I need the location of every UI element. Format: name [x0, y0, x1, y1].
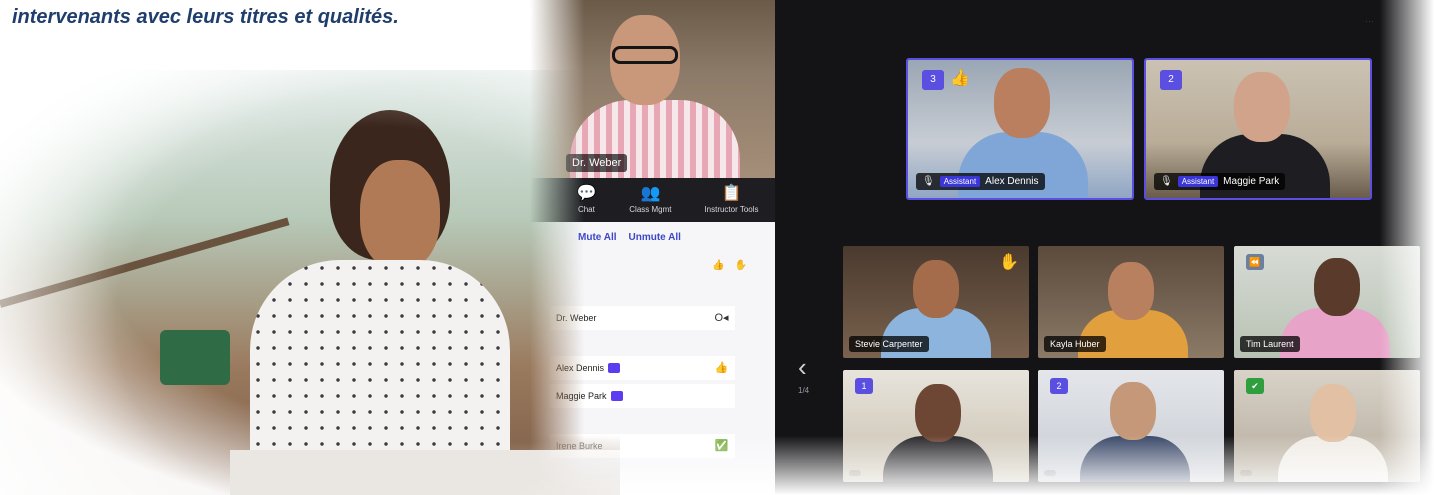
student-face [360, 160, 440, 270]
student-name: Stevie Carpenter [849, 336, 929, 352]
top-bar-controls: ⋯ [1365, 16, 1374, 26]
thumbs-up-icon: 👍 [708, 356, 735, 380]
class-mgmt-label: Class Mgmt [629, 205, 672, 214]
instructor-tools-label: Instructor Tools [704, 205, 759, 214]
student-tile[interactable]: Kayla Huber [1038, 246, 1224, 358]
assistant-label: 🎙 Assistant Alex Dennis [916, 173, 1045, 190]
clipboard-icon: 📋 [721, 185, 742, 202]
video-class-app: Dr. Weber 💬 Chat 👥 Class Mgmt 📋 Instruct… [530, 0, 1434, 495]
potted-plant [160, 330, 230, 385]
class-mgmt-button[interactable]: 👥 Class Mgmt [629, 185, 672, 215]
chat-icon: 💬 [576, 185, 597, 202]
role-badge: Assistant [1177, 176, 1219, 187]
instructor-tools-button[interactable]: 📋 Instructor Tools [704, 185, 759, 215]
key-icon: O◂ [708, 306, 735, 330]
microphone-icon: 🎙 [922, 176, 935, 187]
class-management-icon: 👥 [640, 185, 661, 202]
page-indicator: 1/4 [798, 386, 810, 395]
mute-all-button[interactable]: Mute All [578, 232, 617, 243]
balcony-railing [0, 217, 290, 308]
participant-name: Maggie Park [556, 391, 607, 401]
queue-badge: 1 [855, 378, 873, 394]
queue-badge: 3 [922, 70, 944, 90]
instructor-name-tag: Dr. Weber [566, 154, 628, 172]
chat-badge-icon [608, 363, 621, 373]
student-name: Kayla Huber [1044, 336, 1106, 352]
check-icon: ✅ [708, 434, 735, 458]
student-name [849, 470, 861, 476]
mute-actions: Mute All Unmute All [530, 222, 775, 243]
assistant-tile[interactable]: 3 👍 🎙 Assistant Alex Dennis [906, 58, 1134, 200]
unmute-all-button[interactable]: Unmute All [629, 232, 681, 243]
previous-page-arrow-icon[interactable]: ‹ [798, 352, 807, 383]
assistant-label: 🎙 Assistant Maggie Park [1154, 173, 1286, 190]
participant-name: Irene Burke [556, 441, 603, 451]
student-tile[interactable]: ⏪ Tim Laurent [1234, 246, 1420, 358]
student-name [1044, 470, 1056, 476]
role-badge: Assistant [939, 176, 981, 187]
student-tile[interactable]: 2 [1038, 370, 1224, 482]
chat-label: Chat [577, 205, 595, 214]
queue-badge: 2 [1050, 378, 1068, 394]
participants-panel: Mute All Unmute All 👍✋ Dr. Weber O◂ Alex… [530, 222, 775, 495]
rewind-icon: ⏪ [1246, 254, 1264, 270]
glasses [612, 46, 678, 64]
queue-badge: 2 [1160, 70, 1182, 90]
raised-hand-icon: ✋ [999, 254, 1019, 271]
instructor-video[interactable]: Dr. Weber [530, 0, 775, 178]
student-tile[interactable]: ✔ [1234, 370, 1420, 482]
assistant-tile[interactable]: 2 🎙 Assistant Maggie Park [1144, 58, 1372, 200]
reaction-slot [708, 384, 735, 408]
chat-badge-icon [610, 391, 623, 401]
panel-header-icons: 👍✋ [712, 260, 757, 271]
check-icon: ✔ [1246, 378, 1264, 394]
assistant-name: Alex Dennis [985, 176, 1039, 187]
assistant-name: Maggie Park [1223, 176, 1280, 187]
instructor-toolbar: 💬 Chat 👥 Class Mgmt 📋 Instructor Tools [530, 178, 775, 222]
microphone-icon: 🎙 [1160, 176, 1173, 187]
chat-button[interactable]: 💬 Chat [576, 185, 597, 215]
student-tile[interactable]: 1 [843, 370, 1029, 482]
participant-name: Dr. Weber [556, 313, 597, 323]
caption-text: intervenants avec leurs titres et qualit… [12, 6, 399, 28]
student-name: Tim Laurent [1240, 336, 1300, 352]
student-name [1240, 470, 1252, 476]
student-tile[interactable]: ✋ Stevie Carpenter [843, 246, 1029, 358]
thumbs-up-icon: 👍 [950, 70, 970, 87]
student-photo [0, 70, 620, 495]
participant-name: Alex Dennis [556, 363, 605, 373]
